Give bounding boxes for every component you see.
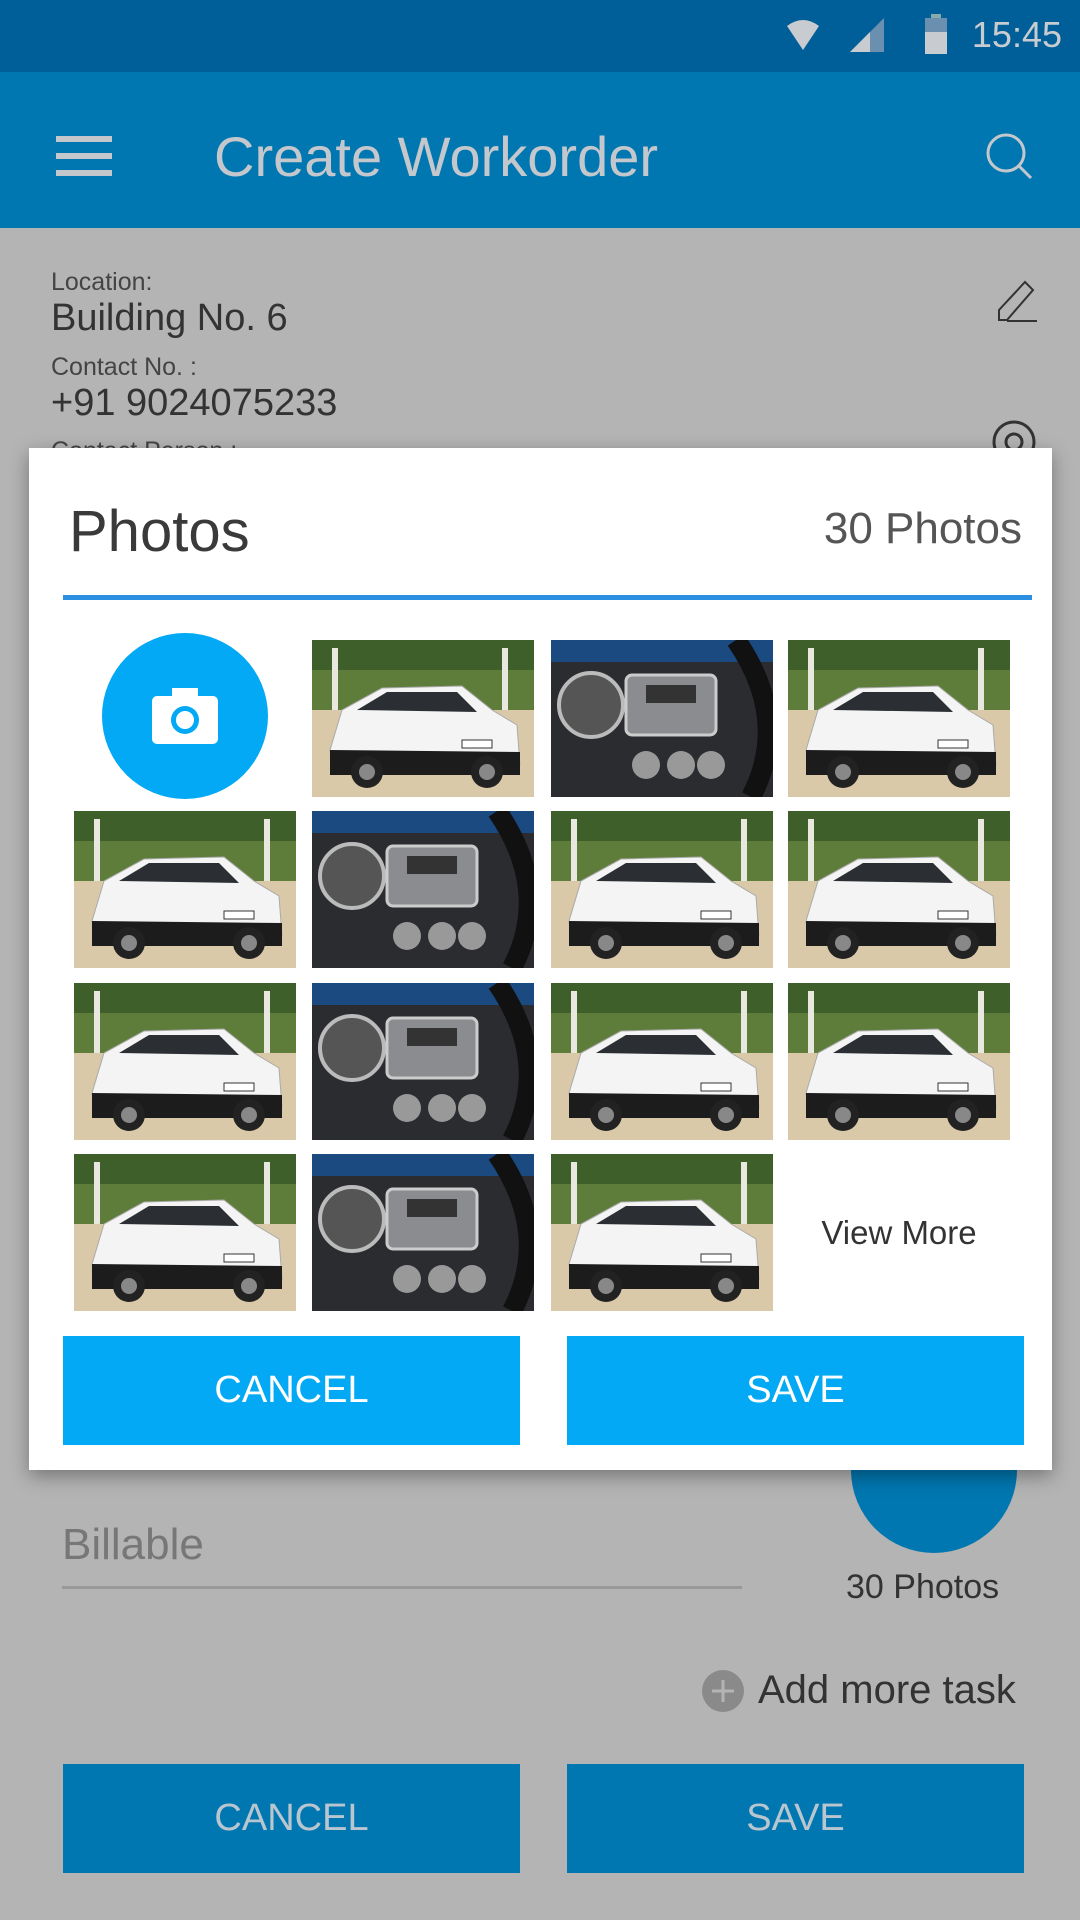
- photo-thumbnail-dashboard[interactable]: [312, 811, 534, 968]
- dialog-save-button[interactable]: SAVE: [567, 1336, 1024, 1445]
- photo-thumbnail-car[interactable]: [788, 983, 1010, 1140]
- photo-thumbnail-dashboard[interactable]: [312, 983, 534, 1140]
- view-more-link[interactable]: View More: [788, 1154, 1010, 1311]
- take-photo-button[interactable]: [102, 633, 268, 799]
- add-more-task-label: Add more task: [758, 1668, 1016, 1712]
- photo-thumbnail-car[interactable]: [74, 983, 296, 1140]
- photo-thumbnail-car[interactable]: [74, 811, 296, 968]
- hamburger-menu-icon[interactable]: [56, 136, 112, 176]
- wifi-icon: [787, 20, 819, 50]
- photo-thumbnail-car[interactable]: [551, 983, 773, 1140]
- photo-thumbnail-car[interactable]: [551, 1154, 773, 1311]
- search-icon[interactable]: [985, 132, 1035, 182]
- location-pin-icon[interactable]: [990, 418, 1038, 448]
- dialog-photo-count: 30 Photos: [823, 504, 1022, 553]
- photo-thumbnail-car[interactable]: [312, 640, 534, 797]
- status-time: 15:45: [971, 14, 1062, 55]
- photo-thumbnail-car[interactable]: [74, 1154, 296, 1311]
- photo-thumbnail-car[interactable]: [788, 640, 1010, 797]
- photo-thumbnail-dashboard[interactable]: [551, 640, 773, 797]
- cancel-button[interactable]: CANCEL: [63, 1764, 520, 1873]
- add-more-task-button[interactable]: Add more task: [702, 1668, 1016, 1713]
- edit-icon[interactable]: [993, 278, 1041, 326]
- photos-count: 30 Photos: [846, 1568, 1000, 1606]
- dialog-cancel-button[interactable]: CANCEL: [63, 1336, 520, 1445]
- billable-input[interactable]: Billable: [62, 1520, 204, 1570]
- save-button[interactable]: SAVE: [567, 1764, 1024, 1873]
- photo-thumbnail-car[interactable]: [551, 811, 773, 968]
- location-value: Building No. 6: [51, 297, 288, 339]
- billable-underline: [62, 1586, 742, 1589]
- signal-icon: [850, 18, 884, 52]
- page-title: Create Workorder: [214, 125, 659, 188]
- photo-thumbnail-dashboard[interactable]: [312, 1154, 534, 1311]
- dialog-title: Photos: [69, 499, 250, 564]
- app-bar: Create Workorder: [0, 72, 1080, 228]
- plus-circle-icon: [702, 1669, 744, 1712]
- battery-icon: [925, 14, 947, 54]
- dialog-divider: [63, 595, 1032, 600]
- location-label: Location:: [51, 268, 153, 296]
- status-bar: 15:45: [0, 0, 1080, 72]
- photos-dialog: Photos 30 Photos View More CANCEL SAVE: [29, 448, 1052, 1470]
- contact-no-label: Contact No. :: [51, 353, 197, 381]
- camera-icon: [152, 688, 218, 744]
- contact-no-value: +91 9024075233: [51, 382, 338, 424]
- photo-thumbnail-car[interactable]: [788, 811, 1010, 968]
